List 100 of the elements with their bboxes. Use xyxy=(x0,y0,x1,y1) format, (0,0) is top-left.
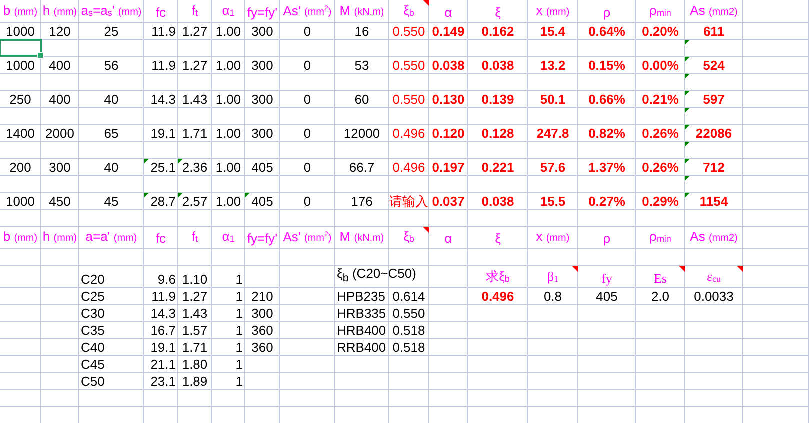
column-header: M (kN.m) xyxy=(340,3,384,20)
table-cell: 1.00 xyxy=(216,24,242,38)
table-cell: 53 xyxy=(354,58,370,72)
table-cell: 45 xyxy=(104,194,119,208)
parameter-label: ε$_{cu}$ xyxy=(707,268,721,286)
table-cell: 405 xyxy=(252,160,274,174)
column-header: ξ$_{b}$ xyxy=(404,229,414,246)
table-cell: 400 xyxy=(49,58,71,72)
table-cell: 2000 xyxy=(46,126,74,140)
table-cell: 1.00 xyxy=(216,194,242,208)
table-cell: 60 xyxy=(354,92,370,106)
table-cell: 0.29% xyxy=(642,194,679,208)
table-cell: 1.00 xyxy=(216,160,242,174)
table-cell: 66.7 xyxy=(349,160,375,174)
table-cell: 1.43 xyxy=(182,92,208,106)
table-cell: HPB235 xyxy=(337,288,386,304)
table-cell: 0.518 xyxy=(392,340,426,354)
table-cell: 300 xyxy=(252,24,274,38)
table-cell: 0.496 xyxy=(392,160,426,174)
table-cell: 0.197 xyxy=(432,160,465,174)
table-cell: 360 xyxy=(252,322,274,338)
table-cell: 597 xyxy=(703,92,725,106)
column-header: fy=fy' xyxy=(247,231,278,247)
column-header: ρ xyxy=(603,231,611,247)
table-cell: 14.3 xyxy=(150,92,176,106)
table-cell: 40 xyxy=(104,92,119,106)
table-cell: 1.27 xyxy=(182,24,208,38)
table-cell: C35 xyxy=(81,322,105,338)
table-cell: 1.89 xyxy=(182,374,208,388)
column-header: ξ xyxy=(495,5,501,21)
table-cell: 0.120 xyxy=(432,126,465,140)
column-header: M (kN.m) xyxy=(340,229,384,246)
table-cell: 23.1 xyxy=(150,374,176,388)
table-cell: 28.7 xyxy=(150,194,176,208)
table-cell: 210 xyxy=(252,288,274,304)
table-cell: 300 xyxy=(252,126,274,140)
column-header: α$_{1}$ xyxy=(222,3,235,20)
table-cell: 1400 xyxy=(6,126,35,140)
table-cell: 1 xyxy=(236,374,243,388)
table-cell: 12000 xyxy=(344,126,380,140)
table-cell: 1 xyxy=(236,272,243,287)
parameter-label: 求ξ$_{b}$ xyxy=(486,268,510,286)
column-header: As' (mm$^{2}$) xyxy=(283,2,332,20)
table-cell: 0.518 xyxy=(392,322,426,338)
table-title: ξ$_{b}$ (C20~C50) xyxy=(337,266,416,287)
table-cell: 0 xyxy=(304,194,312,208)
table-cell: 1.57 xyxy=(182,322,208,338)
table-cell: 9.6 xyxy=(158,272,176,287)
table-cell: 120 xyxy=(49,24,71,38)
table-cell: 200 xyxy=(10,160,32,174)
table-cell: 0.130 xyxy=(432,92,465,106)
table-cell: 2.0 xyxy=(651,288,670,304)
table-cell: 300 xyxy=(49,160,71,174)
table-cell: 0.26% xyxy=(642,126,679,140)
table-cell: 524 xyxy=(703,58,725,72)
table-cell: 0.221 xyxy=(482,160,514,174)
column-header: b (mm) xyxy=(3,3,38,20)
column-header: As' (mm$^{2}$) xyxy=(283,228,332,246)
column-header: ξ$_{b}$ xyxy=(404,3,414,20)
table-cell: 15.4 xyxy=(540,24,566,38)
table-cell: 1154 xyxy=(700,194,728,208)
table-cell: 0.64% xyxy=(588,24,626,38)
table-cell: 0.038 xyxy=(482,194,514,208)
column-header: fc xyxy=(156,5,166,21)
table-cell: 0.496 xyxy=(392,126,426,140)
table-cell: 1.71 xyxy=(182,126,208,140)
table-cell: 0.550 xyxy=(392,306,426,320)
table-cell: 0.26% xyxy=(642,160,679,174)
table-cell: 176 xyxy=(351,194,373,208)
parameter-label: fy xyxy=(602,270,612,287)
table-cell: 40 xyxy=(104,160,119,174)
table-cell: 22086 xyxy=(696,126,732,140)
table-cell: 1.80 xyxy=(182,356,208,372)
cell-selection[interactable] xyxy=(0,39,42,57)
table-cell: 0.82% xyxy=(588,126,626,140)
table-cell: 15.5 xyxy=(540,194,566,208)
table-cell: 1 xyxy=(236,340,243,354)
column-header: fc xyxy=(156,231,166,247)
table-cell: 0.8 xyxy=(544,288,562,304)
table-cell: 1 xyxy=(236,306,243,320)
column-header: α$_{1}$ xyxy=(222,229,235,246)
table-cell: 1 xyxy=(236,356,243,372)
table-cell: 25.1 xyxy=(150,160,176,174)
table-cell: HRB335 xyxy=(337,306,386,320)
column-header: f$_{t}$ xyxy=(192,3,198,20)
table-cell: 13.2 xyxy=(540,58,566,72)
column-header: h (mm) xyxy=(42,229,78,246)
table-cell: 1 xyxy=(236,322,243,338)
table-cell: 0 xyxy=(304,160,312,174)
table-cell: 611 xyxy=(704,24,724,38)
table-cell: 16.7 xyxy=(150,322,176,338)
table-cell: 56 xyxy=(104,58,119,72)
table-cell: 1.27 xyxy=(182,58,208,72)
table-cell: 0 xyxy=(304,126,312,140)
table-cell: 0.66% xyxy=(588,92,626,106)
table-cell: 0.20% xyxy=(642,24,679,38)
column-header: x (mm) xyxy=(536,3,570,20)
parameter-label: β$_{1}$ xyxy=(547,268,559,286)
table-cell: 0.614 xyxy=(392,288,426,304)
table-cell: 0 xyxy=(304,58,312,72)
